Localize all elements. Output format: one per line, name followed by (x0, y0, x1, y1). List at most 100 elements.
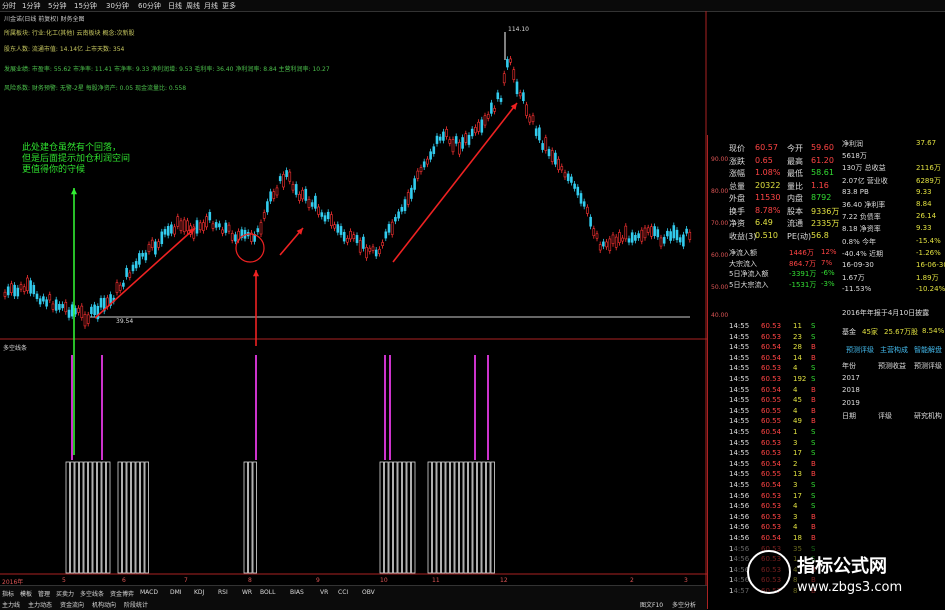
trade-volume: 4 (793, 523, 798, 532)
trade-direction: B (811, 353, 816, 362)
indicator-tab[interactable]: MACD (140, 589, 158, 596)
indicator-tab[interactable]: 模板 (20, 589, 32, 598)
volume-bar (126, 461, 131, 574)
candle-body (592, 228, 596, 237)
candle-body (624, 225, 628, 240)
indicator-tab[interactable]: BOLL (260, 589, 275, 596)
candle-body (182, 219, 186, 233)
indicator-tab[interactable]: DMI (170, 589, 182, 596)
indicator-tab[interactable]: 主力线 (2, 600, 20, 609)
flow-percent: 12% (821, 248, 837, 256)
indicator-tab[interactable]: 主力动态 (28, 600, 52, 609)
candle-body (275, 187, 279, 196)
trade-time: 14:55 (729, 417, 750, 426)
candle-body (365, 247, 368, 259)
trade-time: 14:55 (729, 449, 750, 458)
fundamental-value: -1.26% (916, 248, 941, 257)
candle-body (410, 187, 413, 199)
quote-value: 2335万 (811, 219, 840, 228)
candle-body (22, 286, 26, 292)
indicator-tab[interactable]: RSI (218, 589, 228, 596)
fundamental-label: 16-09-30 (842, 261, 874, 269)
indicator-tab[interactable]: OBV (362, 589, 375, 596)
candle-body (6, 286, 10, 296)
indicator-tab[interactable]: VR (320, 589, 328, 596)
indicator-tab[interactable]: 管理 (38, 589, 50, 598)
candle-body (262, 212, 266, 219)
candle-body (669, 231, 672, 241)
chart-title: 川金诺(日线 前复权) 财务全图 (4, 16, 85, 23)
candle-body (125, 267, 128, 277)
flow-label: 5日净流入额 (729, 270, 769, 278)
candle-body (134, 261, 138, 269)
candle-body (230, 233, 234, 241)
fundamental-label: 8.18 净资率 (842, 225, 881, 234)
fundamental-label: -40.4% 近期 (842, 249, 883, 258)
indicator-tab[interactable]: 多空线条 (80, 589, 104, 598)
indicator-tab[interactable]: BIAS (290, 589, 304, 596)
quote-label: 股本 (787, 206, 803, 216)
candle-body (294, 184, 298, 195)
candle-body (682, 234, 685, 247)
candle-body (512, 69, 516, 80)
volume-bar (490, 461, 495, 574)
candle-body (586, 206, 589, 214)
candle-body (518, 92, 522, 97)
quote-value: 56.8 (811, 230, 829, 240)
trade-volume: 4 (793, 385, 798, 394)
candle-body (579, 193, 583, 204)
volume-bar (97, 461, 102, 574)
candle-body (176, 216, 180, 227)
candle-body (326, 211, 330, 220)
trade-direction: S (811, 332, 816, 341)
indicator-tab[interactable]: 资金博弈 (110, 589, 134, 598)
volume-bar (79, 461, 84, 574)
indicator-tab[interactable]: 机构动向 (92, 600, 116, 609)
indicator-tab[interactable]: 指标 (2, 589, 14, 598)
tab-1[interactable]: 主营构成 (880, 345, 908, 355)
fundamental-label: 130万 总收益 (842, 164, 886, 173)
trade-volume: 49 (793, 417, 802, 426)
trade-direction: S (811, 428, 816, 436)
candle-body (186, 220, 189, 232)
quote-value: 8792 (811, 193, 832, 202)
candle-body (278, 176, 282, 182)
trade-volume: 17 (793, 491, 802, 500)
indicator-tab[interactable]: WR (242, 589, 252, 596)
candle-body (371, 246, 375, 251)
candle-body (128, 272, 132, 278)
indicator-tab[interactable]: CCI (338, 589, 348, 596)
analysis-button[interactable]: 多空分析 (672, 600, 696, 609)
tab-0[interactable]: 预测评级 (846, 345, 874, 355)
watermark: 指标公式网 www.zbgs3.com (733, 546, 945, 609)
candle-body (320, 212, 324, 217)
indicator-tab[interactable]: 买卖力 (56, 589, 74, 598)
candle-body (45, 299, 48, 307)
candle-body (448, 139, 452, 144)
candle-body (522, 92, 525, 102)
candle-body (490, 102, 493, 114)
candle-body (685, 228, 688, 234)
fundamental-label: 36.40 净利率 (842, 201, 886, 209)
watermark-title: 指标公式网 (797, 556, 887, 577)
trade-direction: S (811, 364, 816, 373)
indicator-tab[interactable]: KDJ (194, 589, 204, 596)
candle-body (470, 128, 474, 137)
indicator-tab[interactable]: 资金流向 (60, 600, 84, 609)
trade-direction: B (811, 385, 816, 394)
candle-body (163, 229, 167, 235)
candle-body (557, 158, 560, 171)
candle-body (378, 248, 381, 254)
tab-2[interactable]: 智能解盘 (914, 345, 942, 355)
trade-time: 14:55 (729, 428, 750, 436)
trend-arrow-head (252, 270, 260, 277)
candle-body (368, 247, 372, 252)
trade-volume: 17 (793, 449, 802, 458)
trade-volume: 18 (793, 534, 802, 542)
trade-time: 14:56 (729, 523, 750, 532)
candle-body (480, 119, 484, 133)
flow-percent: -3% (821, 279, 835, 288)
volume-bar (83, 461, 88, 574)
f10-button[interactable]: 图文F10 (640, 600, 663, 609)
indicator-tab[interactable]: 阶段统计 (124, 600, 148, 609)
